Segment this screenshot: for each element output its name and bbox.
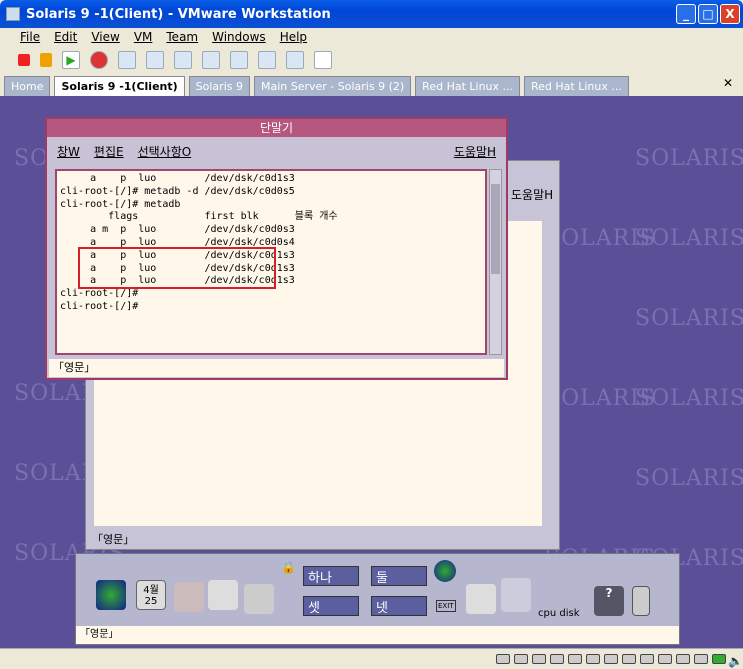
terminal-line: a p luo /dev/dsk/c0d1s3 <box>60 173 295 184</box>
tab-solaris-client[interactable]: Solaris 9 -1(Client) <box>54 76 185 96</box>
workspace-2[interactable]: 둘 <box>371 566 427 586</box>
workspace-3[interactable]: 셋 <box>303 596 359 616</box>
play-icon[interactable]: ▶ <box>62 50 80 69</box>
text-editor-icon[interactable] <box>208 580 238 610</box>
scrollbar-thumb[interactable] <box>491 184 500 274</box>
tab-red-hat-1[interactable]: Red Hat Linux ... <box>415 76 521 96</box>
sound-icon[interactable]: 🔈 <box>728 654 743 668</box>
cpu-disk-meter: cpu disk <box>538 608 580 619</box>
close-button[interactable]: X <box>720 4 740 24</box>
device-icon[interactable] <box>640 654 654 664</box>
exit-button[interactable]: EXIT <box>436 600 456 612</box>
printer-icon[interactable] <box>466 584 496 614</box>
watermark: SOLARIS <box>635 306 743 331</box>
quick-switch-icon[interactable] <box>230 50 248 69</box>
terminal-line: a m p luo /dev/dsk/c0d0s3 <box>60 224 295 236</box>
minimize-button[interactable]: _ <box>676 4 696 24</box>
watermark: SOLARIS <box>635 466 743 491</box>
device-icon[interactable] <box>514 654 528 664</box>
power-off-icon[interactable] <box>18 53 30 66</box>
network-icon[interactable] <box>712 654 726 664</box>
cde-front-panel: 4월 25 🔒 하나 둘 셋 넷 EXIT cpu disk ? 「영문」 <box>75 553 680 645</box>
calendar-icon[interactable]: 4월 25 <box>136 580 166 610</box>
mail-icon[interactable] <box>244 584 274 614</box>
maximize-button[interactable]: □ <box>698 4 718 24</box>
trash-icon[interactable] <box>632 586 650 616</box>
terminal-line: cli-root-[/]# metadb <box>60 198 181 210</box>
cdrom-icon[interactable] <box>532 654 546 664</box>
menu-file[interactable]: File <box>20 30 40 44</box>
menu-vm[interactable]: VM <box>134 30 153 44</box>
device-icon[interactable] <box>568 654 582 664</box>
tab-main-server[interactable]: Main Server - Solaris 9 (2) <box>253 76 412 96</box>
device-icon[interactable] <box>586 654 600 664</box>
revert-snapshot-icon[interactable] <box>146 50 164 69</box>
scrollbar[interactable] <box>489 169 502 355</box>
workspace-1[interactable]: 하나 <box>303 566 359 586</box>
snapshot-icon[interactable] <box>118 50 136 69</box>
input-mode: 「영문」 <box>76 626 679 644</box>
menu-windows[interactable]: Windows <box>212 30 266 44</box>
tab-red-hat-2[interactable]: Red Hat Linux ... <box>524 76 629 96</box>
help-menu[interactable]: 도움말H <box>511 186 553 203</box>
close-tab-icon[interactable]: ✕ <box>723 76 733 90</box>
menu-edit[interactable]: Edit <box>54 30 77 44</box>
terminal-title: 단말기 <box>259 121 294 135</box>
terminal-line: cli-root-[/]# <box>60 300 139 312</box>
watermark: SOLARIS <box>545 386 656 411</box>
terminal-line: flags first blk 블록 개수 <box>60 211 338 223</box>
menu-team[interactable]: Team <box>166 30 198 44</box>
device-icon[interactable] <box>550 654 564 664</box>
menu-help[interactable]: 도움말H <box>454 143 496 160</box>
vmware-icon <box>6 7 20 21</box>
toolbar: ▶ <box>0 46 743 73</box>
device-icon[interactable] <box>694 654 708 664</box>
pause-icon[interactable] <box>40 52 52 67</box>
highlight-box <box>78 247 276 289</box>
menu-edit[interactable]: 편집E <box>94 143 124 160</box>
console-view-icon[interactable] <box>314 50 332 69</box>
menu-help[interactable]: Help <box>280 30 307 44</box>
tab-solaris-9[interactable]: Solaris 9 <box>188 76 250 96</box>
reset-icon[interactable] <box>90 50 108 69</box>
globe-icon[interactable] <box>96 580 126 610</box>
status-bar: 🔈 <box>0 648 743 669</box>
summary-view-icon[interactable] <box>286 50 304 69</box>
watermark: SOLARIS <box>545 226 656 251</box>
menu-view[interactable]: View <box>91 30 119 44</box>
snapshot-manager-icon[interactable] <box>174 50 192 69</box>
workspace-4[interactable]: 넷 <box>371 596 427 616</box>
terminal-line: cli-root-[/]# <box>60 288 139 300</box>
help-icon[interactable]: ? <box>594 586 624 616</box>
terminal-menu: 창W 편집E 선택사항O 도움말H <box>47 137 506 165</box>
menu-bar: File Edit View VM Team Windows Help <box>0 28 743 46</box>
device-icon[interactable] <box>622 654 636 664</box>
device-icon[interactable] <box>604 654 618 664</box>
style-manager-icon[interactable] <box>501 578 531 612</box>
input-mode: 「영문」 <box>92 533 135 546</box>
vm-tabs: Home Solaris 9 -1(Client) Solaris 9 Main… <box>0 73 743 96</box>
lock-icon[interactable]: 🔒 <box>281 560 296 574</box>
menu-window[interactable]: 창W <box>57 143 80 160</box>
device-icon[interactable] <box>658 654 672 664</box>
menu-options[interactable]: 선택사항O <box>138 143 192 160</box>
globe-icon[interactable] <box>434 560 456 582</box>
device-icon[interactable] <box>676 654 690 664</box>
full-screen-icon[interactable] <box>258 50 276 69</box>
tab-home[interactable]: Home <box>4 76 51 96</box>
input-mode: 「영문」 <box>49 359 504 377</box>
window-title: Solaris 9 -1(Client) - VMware Workstatio… <box>26 6 331 22</box>
window-titlebar: Solaris 9 -1(Client) - VMware Workstatio… <box>0 0 743 28</box>
file-manager-icon[interactable] <box>174 582 204 612</box>
terminal-line: cli-root-[/]# metadb -d /dev/dsk/c0d0s5 <box>60 185 295 197</box>
terminal-titlebar[interactable]: 단말기 <box>47 119 506 137</box>
watermark: SOLARIS <box>635 146 743 171</box>
sidebar-view-icon[interactable] <box>202 50 220 69</box>
device-icon[interactable] <box>496 654 510 664</box>
